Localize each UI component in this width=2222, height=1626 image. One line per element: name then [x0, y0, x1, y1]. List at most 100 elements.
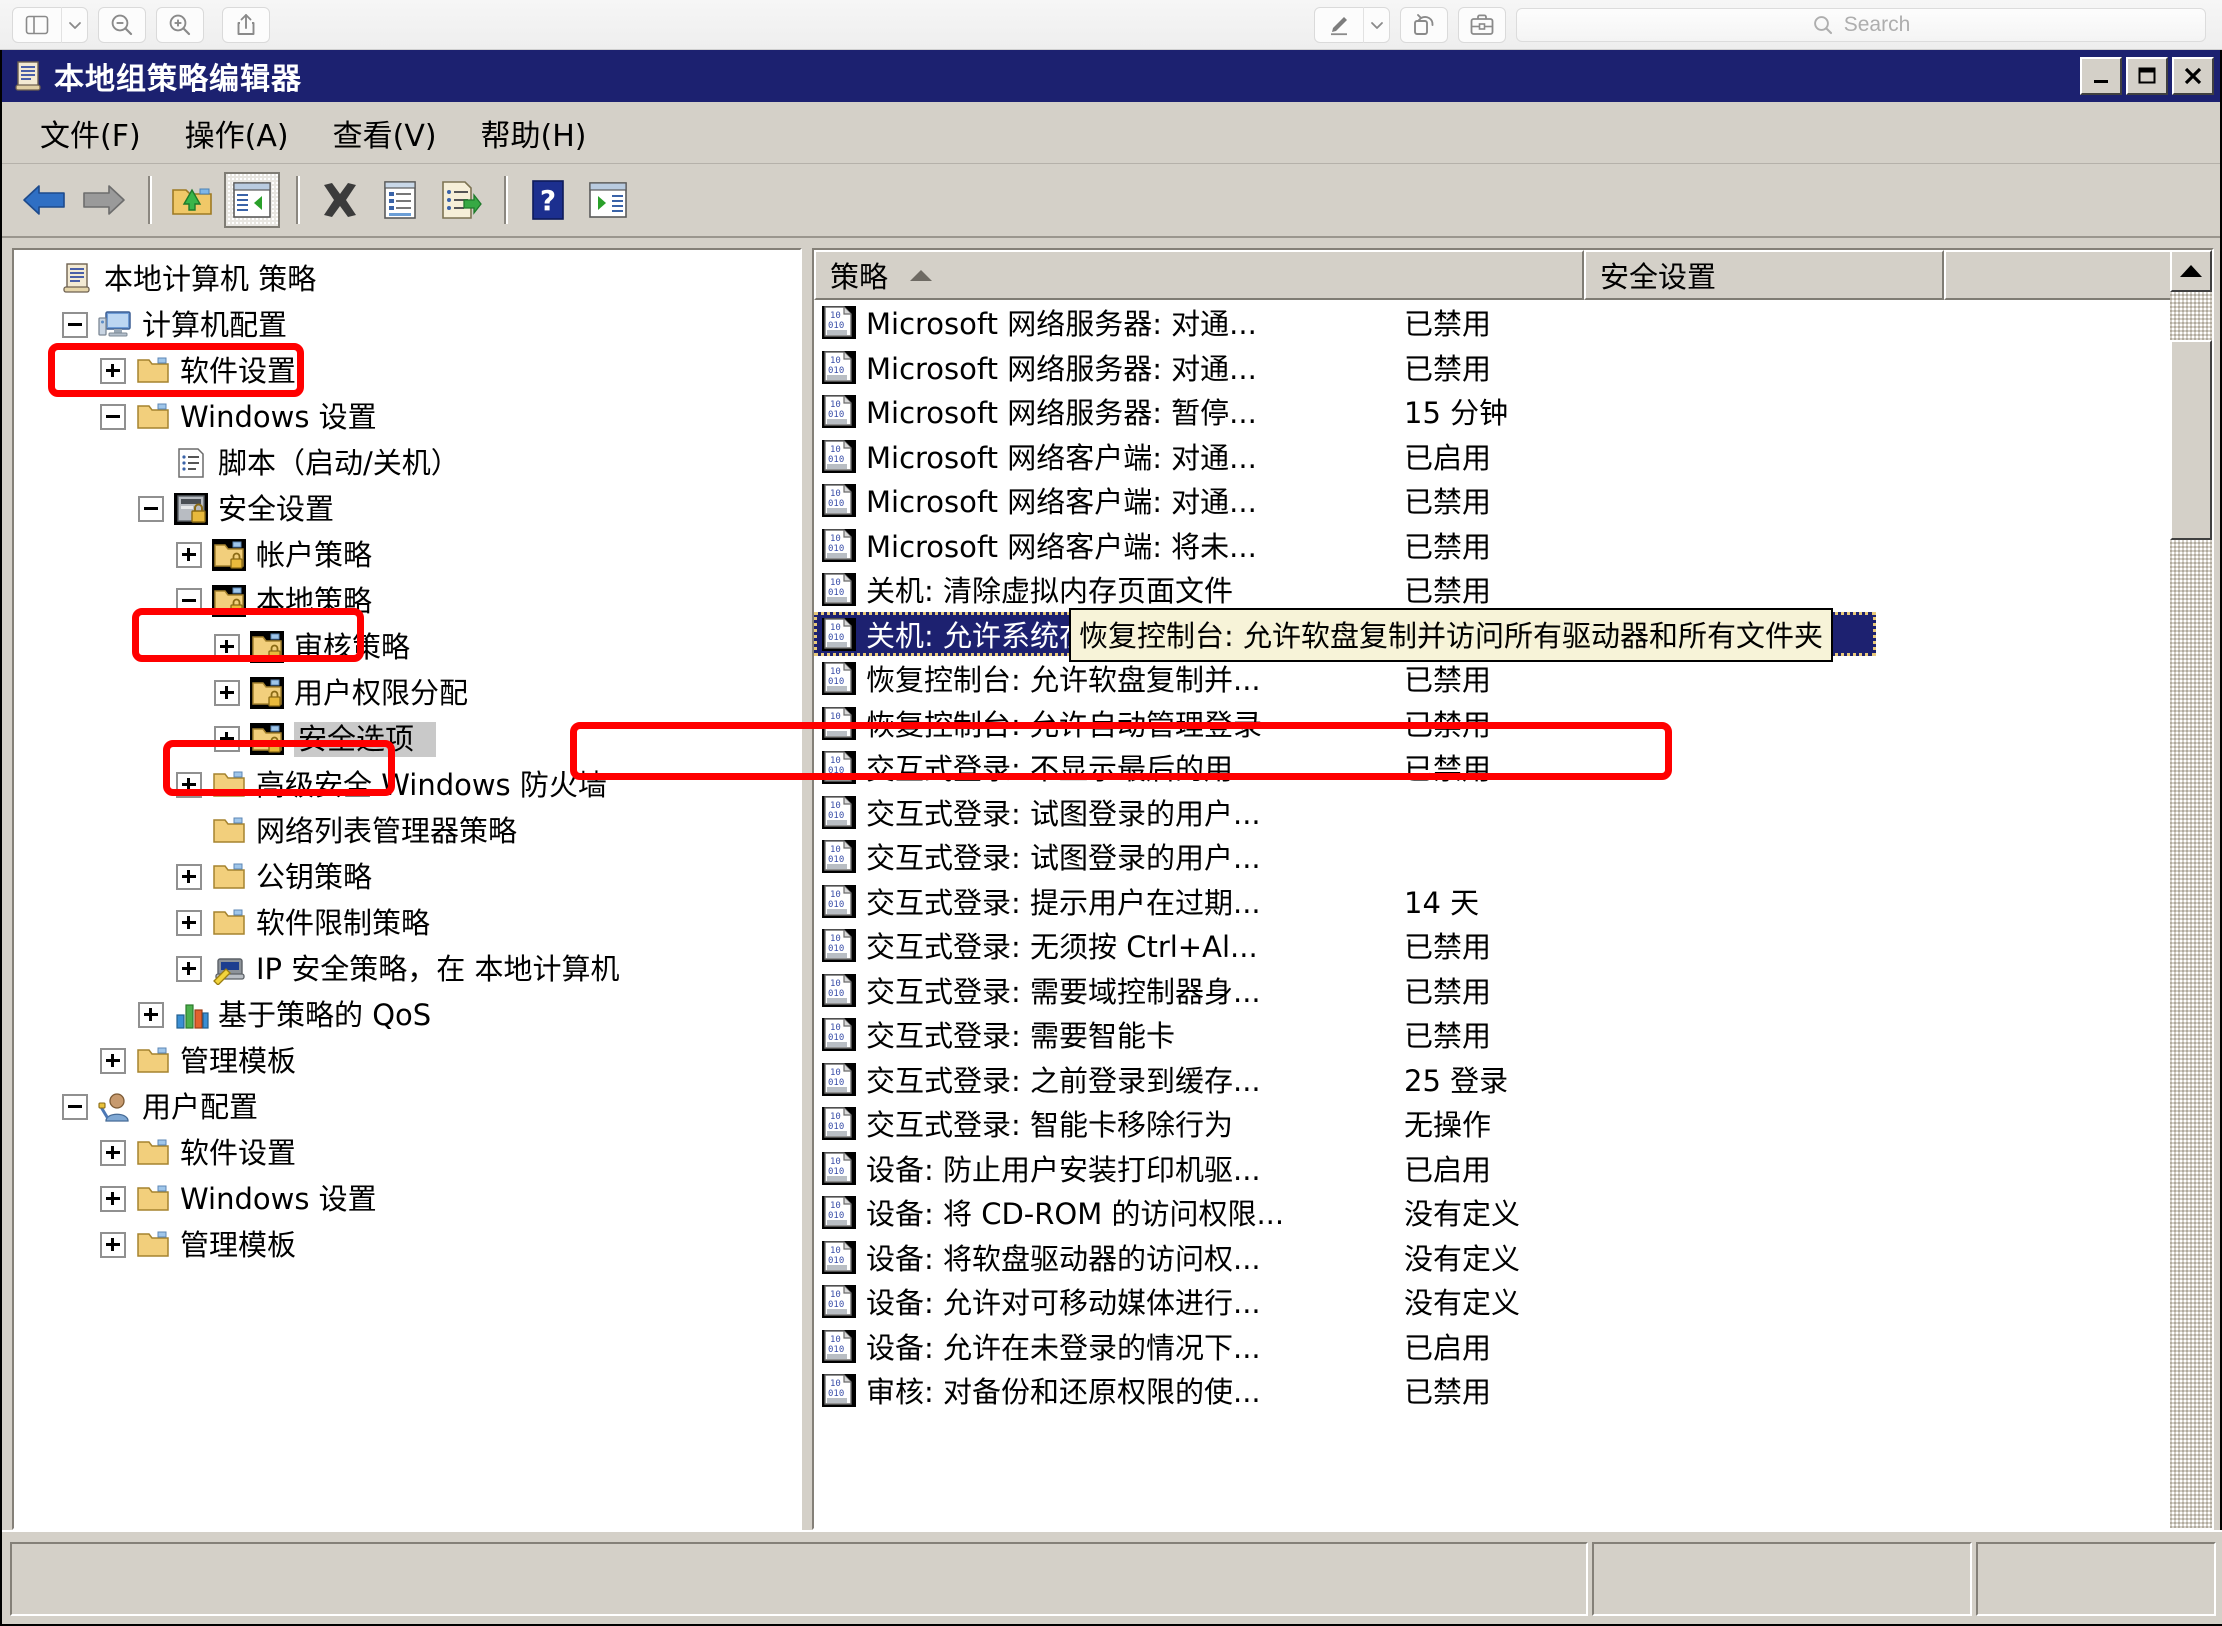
tree-node[interactable]: 高级安全 Windows 防火墙 [24, 762, 800, 808]
expand-icon[interactable] [214, 680, 240, 706]
expand-icon[interactable] [214, 634, 240, 660]
collapse-icon[interactable] [100, 404, 126, 430]
chevron-down-icon[interactable] [1363, 6, 1389, 43]
collapse-icon[interactable] [176, 588, 202, 614]
help-button[interactable]: ? [520, 172, 576, 228]
tree-node[interactable]: Windows 设置 [24, 1176, 800, 1222]
policy-row[interactable]: 10 010 交互式登录: 不显示最后的用... 已禁用 [814, 745, 2212, 790]
policy-row[interactable]: 10 010 恢复控制台: 允许软盘复制并... 已禁用 [814, 656, 2212, 701]
export-list-button[interactable] [432, 172, 488, 228]
markup-toolkit-button[interactable] [1458, 6, 1506, 43]
tree-node[interactable]: 用户配置 [24, 1084, 800, 1130]
policy-name: 交互式登录: 提示用户在过期... [866, 885, 1261, 920]
tree-node[interactable]: 计算机配置 [24, 302, 800, 348]
tree-node[interactable]: IP 安全策略，在 本地计算机 [24, 946, 800, 992]
expand-icon[interactable] [100, 1232, 126, 1258]
tree-node[interactable]: 软件限制策略 [24, 900, 800, 946]
policy-row[interactable]: 10 010 设备: 允许在未登录的情况下... 已启用 [814, 1324, 2212, 1369]
policy-row[interactable]: 10 010 交互式登录: 试图登录的用户... [814, 790, 2212, 835]
menu-action[interactable]: 操作(A) [163, 107, 311, 159]
tree-node[interactable]: 网络列表管理器策略 [24, 808, 800, 854]
maximize-button[interactable] [2126, 57, 2168, 95]
window-controls [2080, 57, 2216, 95]
markup-button[interactable] [1314, 6, 1390, 43]
column-header-security-setting[interactable]: 安全设置 [1584, 250, 1944, 300]
policy-row[interactable]: 10 010 审核: 对备份和还原权限的使... 已禁用 [814, 1368, 2212, 1413]
tree-node[interactable]: 公钥策略 [24, 854, 800, 900]
policy-row[interactable]: 10 010 交互式登录: 提示用户在过期... 14 天 [814, 879, 2212, 924]
close-button[interactable] [2172, 57, 2214, 95]
up-one-level-button[interactable] [164, 172, 220, 228]
scroll-up-button[interactable] [2170, 250, 2212, 292]
menu-help[interactable]: 帮助(H) [459, 107, 609, 159]
share-button[interactable] [222, 6, 270, 43]
policy-row[interactable]: 10 010 交互式登录: 试图登录的用户... [814, 834, 2212, 879]
menu-view[interactable]: 查看(V) [311, 107, 459, 159]
chevron-down-icon[interactable] [61, 6, 87, 43]
expand-icon[interactable] [176, 542, 202, 568]
policy-row[interactable]: 10 010 交互式登录: 智能卡移除行为 无操作 [814, 1101, 2212, 1146]
tree-node[interactable]: 软件设置 [24, 348, 800, 394]
expand-icon[interactable] [100, 1186, 126, 1212]
expand-icon[interactable] [100, 1048, 126, 1074]
tree-node[interactable]: 软件设置 [24, 1130, 800, 1176]
tree-node[interactable]: 用户权限分配 [24, 670, 800, 716]
policy-row[interactable]: 10 010 设备: 将软盘驱动器的访问权... 没有定义 [814, 1235, 2212, 1280]
zoom-out-button[interactable] [98, 6, 146, 43]
policy-doc-icon: 10 010 [822, 1284, 856, 1319]
tree-node[interactable]: 本地策略 [24, 578, 800, 624]
tree-node[interactable]: 管理模板 [24, 1038, 800, 1084]
tree-node[interactable]: 安全设置 [24, 486, 800, 532]
policy-row[interactable]: 10 010 交互式登录: 无须按 Ctrl+Al... 已禁用 [814, 923, 2212, 968]
expand-icon[interactable] [176, 910, 202, 936]
policy-row[interactable]: 10 010 Microsoft 网络客户端: 对通... 已启用 [814, 434, 2212, 479]
expand-icon[interactable] [176, 772, 202, 798]
expand-icon[interactable] [138, 1002, 164, 1028]
policy-row[interactable]: 10 010 交互式登录: 需要智能卡 已禁用 [814, 1012, 2212, 1057]
policy-row[interactable]: 10 010 设备: 允许对可移动媒体进行... 没有定义 [814, 1279, 2212, 1324]
search-field[interactable]: Search [1516, 7, 2206, 42]
policy-row[interactable]: 10 010 Microsoft 网络服务器: 对通... 已禁用 [814, 345, 2212, 390]
expand-icon[interactable] [176, 956, 202, 982]
minimize-button[interactable] [2080, 57, 2122, 95]
policy-row[interactable]: 10 010 Microsoft 网络客户端: 对通... 已禁用 [814, 478, 2212, 523]
list-vertical-scrollbar[interactable] [2170, 250, 2212, 1528]
back-button[interactable] [16, 172, 72, 228]
tree-node[interactable]: 本地计算机 策略 [24, 256, 800, 302]
tree-node[interactable]: 帐户策略 [24, 532, 800, 578]
policy-row[interactable]: 10 010 恢复控制台: 允许自动管理登录 已禁用 [814, 701, 2212, 746]
tree-node[interactable]: 审核策略 [24, 624, 800, 670]
expand-icon[interactable] [100, 358, 126, 384]
policy-row[interactable]: 10 010 Microsoft 网络客户端: 将未... 已禁用 [814, 523, 2212, 568]
tree-node[interactable]: 管理模板 [24, 1222, 800, 1268]
collapse-icon[interactable] [62, 312, 88, 338]
properties-button[interactable] [372, 172, 428, 228]
tree-node[interactable]: Windows 设置 [24, 394, 800, 440]
sidebar-toggle-button[interactable] [12, 6, 88, 43]
tree-node[interactable]: 脚本（启动/关机） [24, 440, 800, 486]
expand-icon[interactable] [100, 1140, 126, 1166]
policy-row[interactable]: 10 010 Microsoft 网络服务器: 对通... 已禁用 [814, 300, 2212, 345]
collapse-icon[interactable] [138, 496, 164, 522]
column-header-policy[interactable]: 策略 [814, 250, 1584, 300]
show-action-pane-button[interactable] [580, 172, 636, 228]
delete-button[interactable] [312, 172, 368, 228]
expand-icon[interactable] [176, 864, 202, 890]
policy-row[interactable]: 10 010 交互式登录: 之前登录到缓存... 25 登录 [814, 1057, 2212, 1102]
menu-file[interactable]: 文件(F) [18, 107, 163, 159]
rotate-button[interactable] [1400, 6, 1448, 43]
policy-row[interactable]: 10 010 交互式登录: 需要域控制器身... 已禁用 [814, 968, 2212, 1013]
zoom-in-button[interactable] [156, 6, 204, 43]
policy-row[interactable]: 10 010 设备: 防止用户安装打印机驱... 已启用 [814, 1146, 2212, 1191]
expand-icon[interactable] [214, 726, 240, 752]
search-placeholder: Search [1843, 12, 1911, 36]
forward-button[interactable] [76, 172, 132, 228]
tree-node[interactable]: 安全选项 [24, 716, 800, 762]
policy-row[interactable]: 10 010 Microsoft 网络服务器: 暂停... 15 分钟 [814, 389, 2212, 434]
scrollbar-thumb[interactable] [2170, 340, 2212, 540]
policy-row[interactable]: 10 010 设备: 将 CD-ROM 的访问权限... 没有定义 [814, 1190, 2212, 1235]
policy-row[interactable]: 10 010 关机: 清除虚拟内存页面文件 已禁用 [814, 567, 2212, 612]
show-hide-tree-button[interactable] [224, 172, 280, 228]
tree-node[interactable]: 基于策略的 QoS [24, 992, 800, 1038]
collapse-icon[interactable] [62, 1094, 88, 1120]
